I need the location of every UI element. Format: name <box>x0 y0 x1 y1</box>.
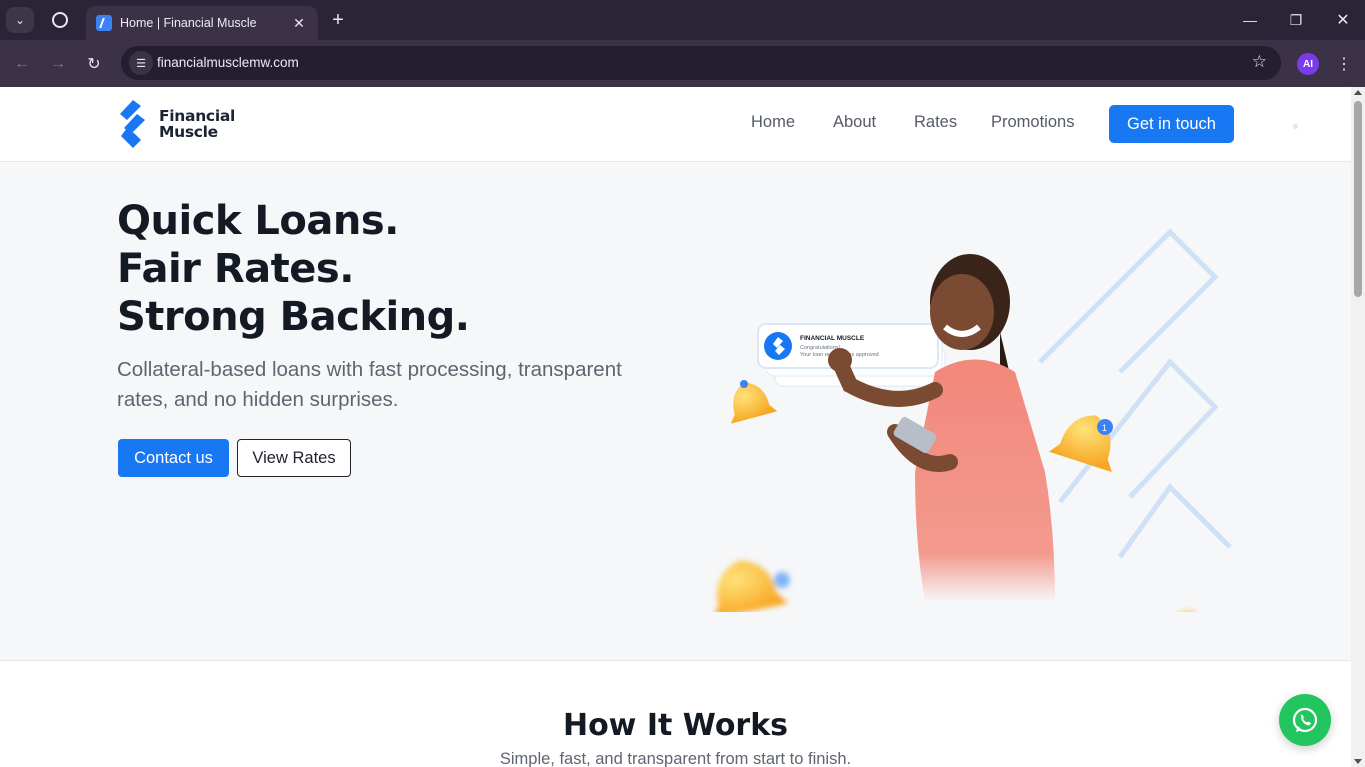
bell-icon-blurred-left <box>712 560 790 620</box>
logo-text: Financial Muscle <box>159 108 235 140</box>
contact-us-button[interactable]: Contact us <box>118 439 229 477</box>
url-text[interactable]: financialmusclemw.com <box>157 55 299 70</box>
forward-arrow-icon[interactable]: → <box>45 52 71 76</box>
notification-brand: FINANCIAL MUSCLE <box>800 335 865 342</box>
tab-search-chevron-icon[interactable]: ⌄ <box>6 7 34 33</box>
bell-badge: 1 <box>1102 423 1107 433</box>
logo-mark-icon <box>117 100 151 148</box>
hero-title: Quick Loans. Fair Rates. Strong Backing. <box>117 197 470 341</box>
site-favicon-icon <box>96 15 112 31</box>
nav-home[interactable]: Home <box>751 113 795 132</box>
reload-icon[interactable]: ↻ <box>81 52 107 76</box>
how-it-works-subtitle: Simple, fast, and transparent from start… <box>499 750 852 767</box>
whatsapp-chat-button[interactable] <box>1279 694 1331 746</box>
close-window-icon[interactable]: ✕ <box>1331 8 1355 32</box>
scrollbar-thumb[interactable] <box>1354 101 1362 297</box>
site-logo[interactable]: Financial Muscle <box>117 100 237 148</box>
bell-icon-right: 1 <box>1049 415 1113 473</box>
scroll-down-icon[interactable] <box>1354 759 1362 764</box>
logo-line-2: Muscle <box>159 123 218 141</box>
site-info-icon[interactable]: ☰ <box>129 51 153 75</box>
hero-title-line-1: Quick Loans. <box>117 198 399 244</box>
browser-tab-bar: ⌄ Home | Financial Muscle ✕ + — ❐ ✕ <box>0 0 1365 40</box>
page-viewport: Financial Muscle Home About Rates Promot… <box>0 87 1351 767</box>
nav-promotions[interactable]: Promotions <box>991 113 1074 132</box>
view-rates-button[interactable]: View Rates <box>237 439 351 477</box>
profile-avatar[interactable]: AI <box>1297 53 1319 75</box>
minimize-icon[interactable]: — <box>1238 8 1262 32</box>
hero-title-line-2: Fair Rates. <box>117 246 354 292</box>
back-arrow-icon[interactable]: ← <box>9 52 35 76</box>
page-scrollbar[interactable] <box>1351 87 1365 767</box>
close-tab-icon[interactable]: ✕ <box>290 15 308 32</box>
how-it-works-title: How It Works <box>562 708 789 743</box>
woman-figure <box>828 254 1055 602</box>
pinned-tab[interactable] <box>46 8 74 32</box>
hero-illustration: FINANCIAL MUSCLE Congratulations! Your l… <box>700 212 1240 649</box>
bell-icon-top-left <box>730 380 778 424</box>
new-tab-plus-icon[interactable]: + <box>326 8 350 32</box>
scroll-up-icon[interactable] <box>1354 90 1362 95</box>
bell-icon-blurred-right <box>1159 610 1206 649</box>
site-header: Financial Muscle Home About Rates Promot… <box>0 87 1351 162</box>
header-dot <box>1293 124 1298 129</box>
get-in-touch-button[interactable]: Get in touch <box>1109 105 1234 143</box>
bookmark-star-icon[interactable]: ☆ <box>1252 52 1267 72</box>
address-bar[interactable]: ☰ financialmusclemw.com ☆ <box>121 46 1281 80</box>
nav-rates[interactable]: Rates <box>914 113 957 132</box>
browser-menu-icon[interactable]: ⋮ <box>1334 52 1354 76</box>
hero-subtitle: Collateral-based loans with fast process… <box>117 358 622 411</box>
tab-title: Home | Financial Muscle <box>120 16 257 30</box>
whatsapp-icon <box>1292 707 1318 733</box>
active-tab[interactable]: Home | Financial Muscle ✕ <box>86 6 318 40</box>
hero-title-line-3: Strong Backing. <box>117 294 470 340</box>
chatgpt-icon <box>52 12 68 28</box>
nav-about[interactable]: About <box>833 113 876 132</box>
logo-line-1: Financial <box>159 107 236 125</box>
restore-icon[interactable]: ❐ <box>1284 8 1308 32</box>
